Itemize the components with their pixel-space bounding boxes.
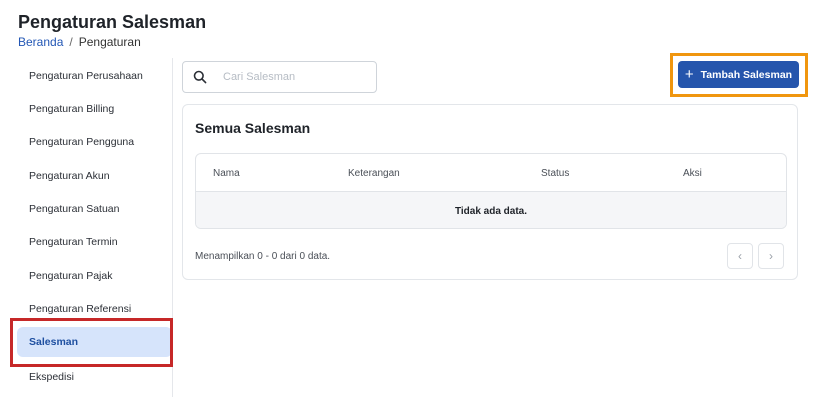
search-box <box>182 61 377 93</box>
add-salesman-button[interactable]: + Tambah Salesman <box>678 61 799 88</box>
sidebar-item-label: Pengaturan Billing <box>29 103 115 115</box>
salesman-highlight-box <box>10 318 173 367</box>
sidebar-item-label: Pengaturan Pengguna <box>29 136 135 148</box>
sidebar-item-pengaturan-pengguna[interactable]: Pengaturan Pengguna <box>17 127 172 157</box>
breadcrumb-current: Pengaturan <box>78 35 141 49</box>
page-title: Pengaturan Salesman <box>18 12 207 32</box>
plus-icon: + <box>684 66 694 83</box>
column-header-aksi: Aksi <box>683 168 702 179</box>
empty-state-text: Tidak ada data. <box>454 205 528 217</box>
chevron-right-icon: › <box>769 249 773 263</box>
prev-page-button[interactable]: ‹ <box>727 243 753 269</box>
sidebar-item-label: Pengaturan Termin <box>29 236 118 248</box>
breadcrumb-separator: / <box>69 35 73 49</box>
sidebar-item-label: Pengaturan Satuan <box>29 203 120 215</box>
card-title: Semua Salesman <box>195 120 311 136</box>
chevron-left-icon: ‹ <box>738 249 742 263</box>
breadcrumb: Beranda / Pengaturan <box>18 35 141 49</box>
column-header-keterangan: Keterangan <box>348 168 400 179</box>
column-header-status: Status <box>541 168 570 179</box>
table-header: Nama Keterangan Status Aksi <box>196 154 786 192</box>
salesman-table: Nama Keterangan Status Aksi Tidak ada da… <box>195 153 787 229</box>
pagination-summary: Menampilkan 0 - 0 dari 0 data. <box>195 251 331 262</box>
sidebar-item-label: Pengaturan Referensi <box>29 303 132 315</box>
search-input[interactable] <box>217 71 367 83</box>
sidebar-item-pengaturan-pajak[interactable]: Pengaturan Pajak <box>17 261 172 291</box>
next-page-button[interactable]: › <box>758 243 784 269</box>
sidebar-item-label: Pengaturan Akun <box>29 170 110 182</box>
sidebar-item-pengaturan-perusahaan[interactable]: Pengaturan Perusahaan <box>17 61 172 91</box>
sidebar-item-pengaturan-satuan[interactable]: Pengaturan Satuan <box>17 194 172 224</box>
sidebar-item-pengaturan-billing[interactable]: Pengaturan Billing <box>17 94 172 124</box>
sidebar-item-label: Ekspedisi <box>29 371 74 383</box>
search-icon <box>183 70 217 84</box>
sidebar-item-label: Pengaturan Pajak <box>29 270 113 282</box>
add-salesman-label: Tambah Salesman <box>700 68 793 81</box>
breadcrumb-home-link[interactable]: Beranda <box>18 35 63 49</box>
sidebar-item-pengaturan-termin[interactable]: Pengaturan Termin <box>17 227 172 257</box>
empty-state-row: Tidak ada data. <box>196 192 786 228</box>
sidebar-item-label: Pengaturan Perusahaan <box>29 70 143 82</box>
column-header-nama: Nama <box>213 168 240 179</box>
salesman-card: Semua Salesman Nama Keterangan Status Ak… <box>182 104 798 280</box>
sidebar-item-pengaturan-akun[interactable]: Pengaturan Akun <box>17 161 172 191</box>
